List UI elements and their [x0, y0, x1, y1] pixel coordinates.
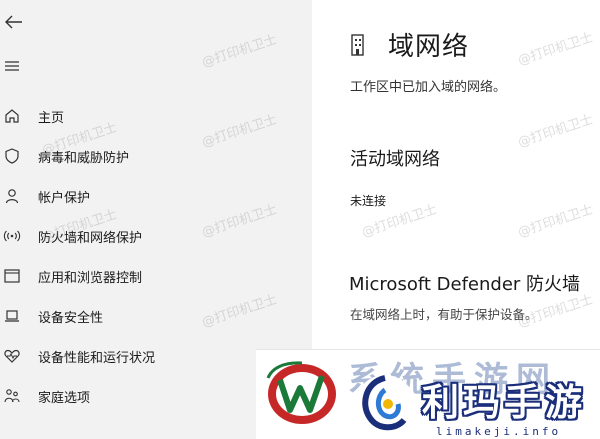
app-window-icon — [2, 266, 22, 286]
sidebar-item-label: 主页 — [38, 110, 65, 126]
logo-name: 利玛手游 — [422, 381, 586, 424]
family-icon — [2, 386, 22, 406]
shield-icon — [2, 146, 22, 166]
sidebar-item-home[interactable]: 主页 — [0, 96, 312, 136]
sidebar-item-label: 病毒和威胁防护 — [38, 150, 130, 166]
page-description: 工作区中已加入域的网络。 — [350, 80, 507, 95]
connection-status: 未连接 — [350, 194, 387, 208]
heart-icon — [2, 346, 22, 366]
menu-button[interactable] — [2, 56, 26, 76]
back-button[interactable] — [2, 10, 26, 34]
building-icon — [351, 33, 364, 56]
sidebar-item-label: 应用和浏览器控制 — [38, 270, 143, 286]
site-logo-banner: 系统手游网 利玛手游 limakeji.info — [256, 349, 600, 439]
back-arrow-icon — [5, 15, 22, 29]
firewall-description: 在域网络上时，有助于保护设备。 — [350, 307, 538, 322]
sidebar-item-account[interactable]: 帐户保护 — [0, 176, 312, 216]
sidebar-item-label: 家庭选项 — [38, 390, 91, 406]
sidebar-item-device-security[interactable]: 设备安全性 — [0, 296, 312, 336]
sidebar-item-label: 设备性能和运行状况 — [38, 350, 156, 366]
page-title: 域网络 — [388, 32, 470, 62]
page-header: 域网络 — [350, 26, 469, 63]
active-networks-heading: 活动域网络 — [350, 149, 440, 170]
logo-subtitle: limakeji.info — [436, 425, 562, 438]
sidebar-item-firewall[interactable]: 防火墙和网络保护 — [0, 216, 312, 256]
home-icon — [2, 106, 22, 126]
swirl-logo-icon — [355, 375, 415, 435]
sidebar-item-label: 设备安全性 — [38, 310, 104, 326]
person-icon — [2, 186, 22, 206]
sidebar-item-app-browser[interactable]: 应用和浏览器控制 — [0, 256, 312, 296]
sidebar-item-virus-protection[interactable]: 病毒和威胁防护 — [0, 136, 312, 176]
laptop-icon — [2, 306, 22, 326]
wifi-icon — [2, 226, 22, 246]
firewall-heading: Microsoft Defender 防火墙 — [349, 274, 581, 295]
sidebar-item-label: 防火墙和网络保护 — [38, 230, 143, 246]
hamburger-icon — [5, 61, 19, 71]
w-logo-icon — [266, 361, 336, 424]
sidebar-item-label: 帐户保护 — [38, 190, 91, 206]
